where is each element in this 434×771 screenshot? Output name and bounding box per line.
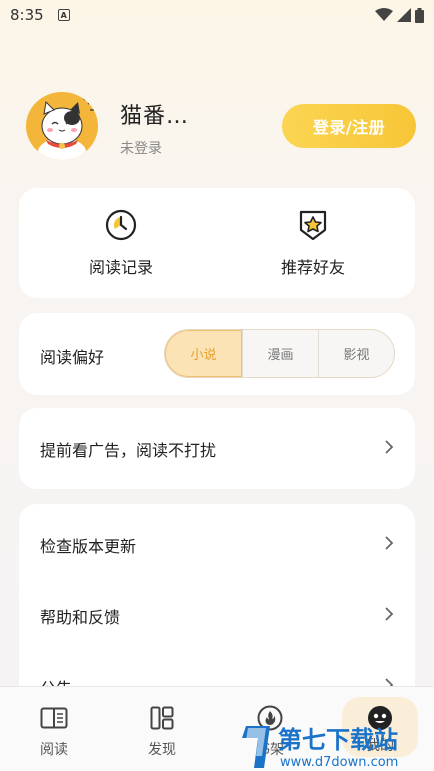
check-update-label: 检查版本更新 [40,537,137,556]
battery-icon [415,7,424,23]
check-update-row[interactable]: 检查版本更新 [19,515,415,575]
clock-icon [105,209,137,241]
chevron-right-icon [384,439,394,460]
profile-header: 猫番… 未登录 登录/注册 [26,92,416,164]
recommend-friend-button[interactable]: 推荐好友 [214,208,412,278]
preference-segmented-control: 小说 漫画 影视 [164,329,395,378]
reading-preference-label: 阅读偏好 [40,348,105,367]
watermark-logo-icon: 第七下载站 www.d7down.com [242,726,398,770]
ad-preview-row[interactable]: 提前看广告，阅读不打扰 [19,419,415,479]
reading-history-label: 阅读记录 [88,258,153,277]
wifi-icon [375,8,393,21]
help-feedback-row[interactable]: 帮助和反馈 [19,586,415,646]
ad-preview-card: 提前看广告，阅读不打扰 [19,408,415,489]
grid-icon [150,706,174,730]
notification-a-icon: A [57,9,70,21]
status-time: 8:35 [10,6,44,24]
reading-history-button[interactable]: 阅读记录 [22,208,220,278]
quick-actions-card: 阅读记录 推荐好友 [19,188,415,298]
reading-preference-card: 阅读偏好 小说 漫画 影视 [19,313,415,395]
settings-list-card: 检查版本更新 帮助和反馈 公告 [19,504,415,704]
status-icons [375,7,424,23]
login-status: 未登录 [120,141,162,157]
shield-star-icon [299,210,327,241]
pref-option-video[interactable]: 影视 [318,330,394,377]
chevron-right-icon [384,535,394,556]
cat-avatar-icon [38,93,96,160]
svg-text:www.d7down.com: www.d7down.com [280,755,398,770]
tab-read[interactable]: 阅读 [16,687,92,771]
login-register-button[interactable]: 登录/注册 [282,104,416,148]
chevron-right-icon [384,606,394,627]
tab-discover[interactable]: 发现 [124,687,200,771]
svg-text:第七下载站: 第七下载站 [278,726,398,754]
tab-read-label: 阅读 [40,742,68,758]
ad-preview-label: 提前看广告，阅读不打扰 [40,441,217,460]
avatar[interactable] [26,92,98,160]
watermark: 第七下载站 www.d7down.com [236,718,434,771]
book-icon [40,707,68,729]
pref-option-comic[interactable]: 漫画 [242,330,318,377]
help-feedback-label: 帮助和反馈 [40,608,121,627]
pref-option-novel[interactable]: 小说 [165,330,242,377]
status-bar: 8:35 A [0,0,434,30]
recommend-friend-label: 推荐好友 [280,258,345,277]
username: 猫番… [120,104,190,129]
signal-icon [397,8,411,22]
tab-discover-label: 发现 [148,742,176,758]
